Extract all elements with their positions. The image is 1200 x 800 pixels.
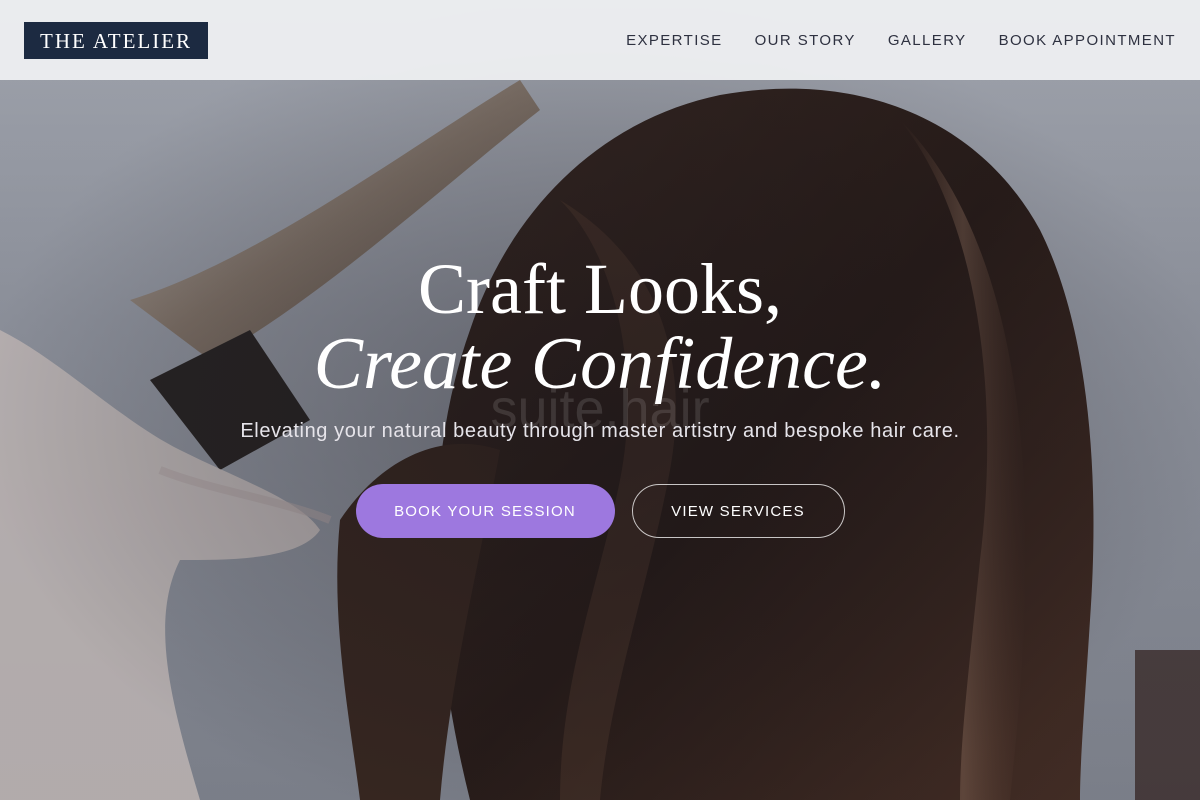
nav-link-expertise[interactable]: EXPERTISE	[626, 32, 723, 49]
nav-link-gallery[interactable]: GALLERY	[888, 32, 967, 49]
site-logo[interactable]: THE ATELIER	[24, 21, 209, 59]
hero-subtitle: Elevating your natural beauty through ma…	[240, 420, 960, 442]
headline-line-2: Create Confidence.	[313, 323, 887, 405]
nav-link-book-appointment[interactable]: BOOK APPOINTMENT	[999, 32, 1176, 49]
cta-row: BOOK YOUR SESSION VIEW SERVICES	[0, 484, 1200, 538]
main-nav: EXPERTISE OUR STORY GALLERY BOOK APPOINT…	[626, 32, 1176, 49]
nav-link-our-story[interactable]: OUR STORY	[755, 32, 856, 49]
site-header: THE ATELIER EXPERTISE OUR STORY GALLERY …	[0, 0, 1200, 80]
hero-headline: Craft Looks, Create Confidence.	[0, 249, 1200, 405]
headline-line-1: Craft Looks,	[418, 249, 782, 329]
book-session-button[interactable]: BOOK YOUR SESSION	[355, 484, 615, 538]
view-services-button[interactable]: VIEW SERVICES	[631, 484, 845, 538]
hero-content: suite.hair Craft Looks, Create Confidenc…	[0, 250, 1200, 538]
